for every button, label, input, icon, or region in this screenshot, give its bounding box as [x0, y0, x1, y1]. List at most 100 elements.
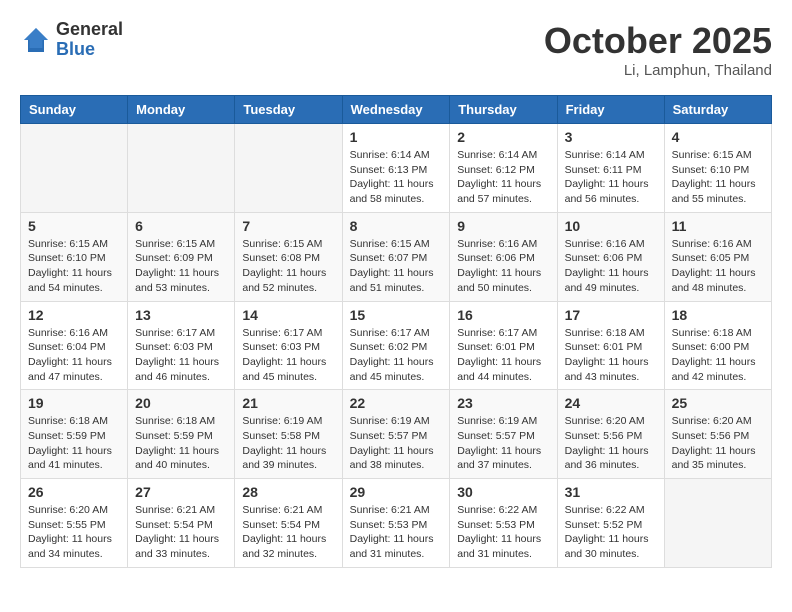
- day-number: 16: [457, 307, 549, 323]
- calendar-cell: 14 Sunrise: 6:17 AM Sunset: 6:03 PM Dayli…: [235, 301, 342, 390]
- calendar-cell: 22 Sunrise: 6:19 AM Sunset: 5:57 PM Dayli…: [342, 390, 450, 479]
- logo-icon: [20, 24, 52, 56]
- week-row-4: 19 Sunrise: 6:18 AM Sunset: 5:59 PM Dayli…: [21, 390, 772, 479]
- day-info: Sunrise: 6:15 AM Sunset: 6:10 PM Dayligh…: [672, 148, 764, 207]
- day-info: Sunrise: 6:17 AM Sunset: 6:01 PM Dayligh…: [457, 326, 549, 385]
- calendar-cell: 12Sunrise: 6:16 AM Sunset: 6:04 PM Dayli…: [21, 301, 128, 390]
- calendar-cell: 6 Sunrise: 6:15 AM Sunset: 6:09 PM Daylig…: [128, 212, 235, 301]
- day-info: Sunrise: 6:22 AM Sunset: 5:53 PM Dayligh…: [457, 503, 549, 562]
- calendar-cell: 29Sunrise: 6:21 AM Sunset: 5:53 PM Dayli…: [342, 479, 450, 568]
- calendar-cell: [235, 124, 342, 213]
- weekday-header-thursday: Thursday: [450, 96, 557, 124]
- day-number: 22: [350, 395, 443, 411]
- day-number: 29: [350, 484, 443, 500]
- day-info: Sunrise: 6:17 AM Sunset: 6:03 PM Dayligh…: [242, 326, 334, 385]
- day-number: 9: [457, 218, 549, 234]
- day-number: 11: [672, 218, 764, 234]
- day-info: Sunrise: 6:19 AM Sunset: 5:57 PM Dayligh…: [457, 414, 549, 473]
- calendar-cell: [664, 479, 771, 568]
- day-info: Sunrise: 6:20 AM Sunset: 5:55 PM Dayligh…: [28, 503, 120, 562]
- day-number: 27: [135, 484, 227, 500]
- calendar-cell: 3Sunrise: 6:14 AM Sunset: 6:11 PM Daylig…: [557, 124, 664, 213]
- day-number: 7: [242, 218, 334, 234]
- day-number: 30: [457, 484, 549, 500]
- day-number: 15: [350, 307, 443, 323]
- day-info: Sunrise: 6:18 AM Sunset: 6:01 PM Dayligh…: [565, 326, 657, 385]
- day-info: Sunrise: 6:17 AM Sunset: 6:02 PM Dayligh…: [350, 326, 443, 385]
- calendar-cell: 7 Sunrise: 6:15 AM Sunset: 6:08 PM Daylig…: [235, 212, 342, 301]
- day-number: 31: [565, 484, 657, 500]
- month-title: October 2025: [544, 20, 772, 62]
- calendar-cell: 15 Sunrise: 6:17 AM Sunset: 6:02 PM Dayli…: [342, 301, 450, 390]
- calendar-cell: 26 Sunrise: 6:20 AM Sunset: 5:55 PM Dayli…: [21, 479, 128, 568]
- day-number: 1: [350, 129, 443, 145]
- calendar-cell: 24Sunrise: 6:20 AM Sunset: 5:56 PM Dayli…: [557, 390, 664, 479]
- calendar-cell: 13 Sunrise: 6:17 AM Sunset: 6:03 PM Dayli…: [128, 301, 235, 390]
- calendar-cell: [128, 124, 235, 213]
- calendar-cell: 9Sunrise: 6:16 AM Sunset: 6:06 PM Daylig…: [450, 212, 557, 301]
- day-info: Sunrise: 6:21 AM Sunset: 5:54 PM Dayligh…: [242, 503, 334, 562]
- logo-text: General Blue: [56, 20, 123, 60]
- day-info: Sunrise: 6:14 AM Sunset: 6:13 PM Dayligh…: [350, 148, 443, 207]
- logo-general-text: General: [56, 20, 123, 40]
- calendar-cell: 25 Sunrise: 6:20 AM Sunset: 5:56 PM Dayli…: [664, 390, 771, 479]
- day-number: 13: [135, 307, 227, 323]
- week-row-5: 26 Sunrise: 6:20 AM Sunset: 5:55 PM Dayli…: [21, 479, 772, 568]
- day-number: 28: [242, 484, 334, 500]
- calendar-cell: 1 Sunrise: 6:14 AM Sunset: 6:13 PM Daylig…: [342, 124, 450, 213]
- calendar-cell: 27 Sunrise: 6:21 AM Sunset: 5:54 PM Dayli…: [128, 479, 235, 568]
- day-info: Sunrise: 6:15 AM Sunset: 6:07 PM Dayligh…: [350, 237, 443, 296]
- day-number: 26: [28, 484, 120, 500]
- day-info: Sunrise: 6:14 AM Sunset: 6:12 PM Dayligh…: [457, 148, 549, 207]
- day-info: Sunrise: 6:16 AM Sunset: 6:05 PM Dayligh…: [672, 237, 764, 296]
- day-number: 10: [565, 218, 657, 234]
- calendar-cell: 28 Sunrise: 6:21 AM Sunset: 5:54 PM Dayli…: [235, 479, 342, 568]
- day-info: Sunrise: 6:18 AM Sunset: 5:59 PM Dayligh…: [135, 414, 227, 473]
- calendar-cell: 23 Sunrise: 6:19 AM Sunset: 5:57 PM Dayli…: [450, 390, 557, 479]
- week-row-1: 1 Sunrise: 6:14 AM Sunset: 6:13 PM Daylig…: [21, 124, 772, 213]
- calendar-cell: 19 Sunrise: 6:18 AM Sunset: 5:59 PM Dayli…: [21, 390, 128, 479]
- calendar-cell: 17Sunrise: 6:18 AM Sunset: 6:01 PM Dayli…: [557, 301, 664, 390]
- day-number: 23: [457, 395, 549, 411]
- calendar-cell: 2 Sunrise: 6:14 AM Sunset: 6:12 PM Daylig…: [450, 124, 557, 213]
- calendar-table: SundayMondayTuesdayWednesdayThursdayFrid…: [20, 95, 772, 568]
- logo: General Blue: [20, 20, 123, 60]
- day-number: 2: [457, 129, 549, 145]
- calendar-cell: [21, 124, 128, 213]
- day-number: 24: [565, 395, 657, 411]
- day-info: Sunrise: 6:17 AM Sunset: 6:03 PM Dayligh…: [135, 326, 227, 385]
- day-number: 21: [242, 395, 334, 411]
- day-number: 18: [672, 307, 764, 323]
- day-info: Sunrise: 6:19 AM Sunset: 5:57 PM Dayligh…: [350, 414, 443, 473]
- day-number: 19: [28, 395, 120, 411]
- calendar-cell: 31 Sunrise: 6:22 AM Sunset: 5:52 PM Dayli…: [557, 479, 664, 568]
- day-info: Sunrise: 6:15 AM Sunset: 6:08 PM Dayligh…: [242, 237, 334, 296]
- calendar-cell: 5Sunrise: 6:15 AM Sunset: 6:10 PM Daylig…: [21, 212, 128, 301]
- day-number: 8: [350, 218, 443, 234]
- calendar-cell: 30 Sunrise: 6:22 AM Sunset: 5:53 PM Dayli…: [450, 479, 557, 568]
- logo-blue-text: Blue: [56, 40, 123, 60]
- day-info: Sunrise: 6:14 AM Sunset: 6:11 PM Dayligh…: [565, 148, 657, 207]
- day-info: Sunrise: 6:16 AM Sunset: 6:06 PM Dayligh…: [565, 237, 657, 296]
- weekday-header-saturday: Saturday: [664, 96, 771, 124]
- day-number: 6: [135, 218, 227, 234]
- day-info: Sunrise: 6:15 AM Sunset: 6:09 PM Dayligh…: [135, 237, 227, 296]
- day-info: Sunrise: 6:21 AM Sunset: 5:54 PM Dayligh…: [135, 503, 227, 562]
- day-info: Sunrise: 6:18 AM Sunset: 6:00 PM Dayligh…: [672, 326, 764, 385]
- title-block: October 2025 Li, Lamphun, Thailand: [544, 20, 772, 79]
- calendar-cell: 11 Sunrise: 6:16 AM Sunset: 6:05 PM Dayli…: [664, 212, 771, 301]
- weekday-header-row: SundayMondayTuesdayWednesdayThursdayFrid…: [21, 96, 772, 124]
- day-info: Sunrise: 6:20 AM Sunset: 5:56 PM Dayligh…: [672, 414, 764, 473]
- day-number: 25: [672, 395, 764, 411]
- day-info: Sunrise: 6:18 AM Sunset: 5:59 PM Dayligh…: [28, 414, 120, 473]
- calendar-cell: 20Sunrise: 6:18 AM Sunset: 5:59 PM Dayli…: [128, 390, 235, 479]
- weekday-header-friday: Friday: [557, 96, 664, 124]
- calendar-cell: 8 Sunrise: 6:15 AM Sunset: 6:07 PM Daylig…: [342, 212, 450, 301]
- calendar-cell: 21Sunrise: 6:19 AM Sunset: 5:58 PM Dayli…: [235, 390, 342, 479]
- day-number: 5: [28, 218, 120, 234]
- weekday-header-tuesday: Tuesday: [235, 96, 342, 124]
- day-info: Sunrise: 6:22 AM Sunset: 5:52 PM Dayligh…: [565, 503, 657, 562]
- page-header: General Blue October 2025 Li, Lamphun, T…: [20, 20, 772, 79]
- weekday-header-wednesday: Wednesday: [342, 96, 450, 124]
- day-number: 14: [242, 307, 334, 323]
